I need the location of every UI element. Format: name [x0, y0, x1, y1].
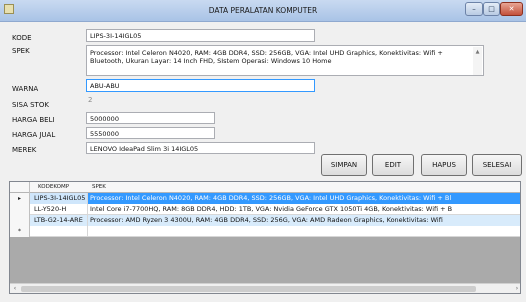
harga-jual-input[interactable]: 5550000: [86, 127, 215, 139]
kode-label: KODE: [12, 34, 32, 42]
maximize-button[interactable]: □: [483, 2, 500, 16]
cell-spek[interactable]: Processor: Intel Celeron N4020, RAM: 4GB…: [88, 193, 520, 204]
cell-spek[interactable]: Processor: AMD Ryzen 3 4300U, RAM: 4GB D…: [88, 215, 520, 226]
cell-kodekomp[interactable]: LL-Y520-H: [30, 204, 88, 215]
column-header-spek[interactable]: SPEK: [92, 184, 106, 190]
warna-label: WARNA: [12, 85, 39, 93]
row-indicator-icon[interactable]: ▸: [10, 193, 30, 204]
merek-label: MEREK: [12, 146, 37, 154]
grid-header: KODEKOMP SPEK: [10, 182, 520, 193]
grid-corner[interactable]: [10, 182, 30, 193]
window-title: DATA PERALATAN KOMPUTER: [208, 6, 318, 15]
scrollbar-thumb[interactable]: [21, 286, 476, 292]
scroll-left-icon[interactable]: ‹: [10, 284, 20, 293]
horizontal-scrollbar[interactable]: ‹ ›: [10, 283, 520, 293]
cell-spek[interactable]: [88, 226, 520, 237]
kode-input[interactable]: LIPS-3I-14IGL05: [86, 29, 315, 42]
row-header[interactable]: [10, 204, 30, 215]
harga-jual-label: HARGA JUAL: [12, 131, 56, 139]
spek-text: Processor: Intel Celeron N4020, RAM: 4GB…: [90, 49, 443, 65]
spek-label: SPEK: [12, 47, 30, 55]
edit-button[interactable]: EDIT: [372, 154, 414, 176]
close-button[interactable]: ✕: [500, 2, 523, 16]
table-row-new[interactable]: *: [10, 226, 520, 237]
cell-kodekomp[interactable]: [30, 226, 88, 237]
minimize-button[interactable]: –: [465, 2, 483, 16]
merek-input[interactable]: LENOVO IdeaPad Slim 3i 14IGL05: [86, 142, 315, 154]
spek-textarea[interactable]: Processor: Intel Celeron N4020, RAM: 4GB…: [86, 45, 484, 76]
column-header-kodekomp[interactable]: KODEKOMP: [38, 184, 69, 190]
new-row-icon[interactable]: *: [10, 226, 30, 237]
scroll-right-icon[interactable]: ›: [512, 284, 520, 293]
harga-beli-input[interactable]: 5000000: [86, 112, 215, 124]
harga-beli-label: HARGA BELI: [12, 116, 55, 124]
table-row[interactable]: LTB-G2-14-ARE Processor: AMD Ryzen 3 430…: [10, 215, 520, 226]
row-header[interactable]: [10, 215, 30, 226]
table-row[interactable]: LL-Y520-H Intel Core i7-7700HQ, RAM: 8GB…: [10, 204, 520, 215]
cell-kodekomp[interactable]: LIPS-3I-14IGL05: [30, 193, 88, 204]
hapus-button[interactable]: HAPUS: [421, 154, 467, 176]
spek-scrollbar[interactable]: ▲: [473, 47, 482, 75]
title-bar: DATA PERALATAN KOMPUTER – □ ✕: [0, 0, 526, 22]
warna-input[interactable]: ABU-ABU: [86, 79, 315, 92]
sisa-stok-value: 2: [88, 96, 93, 104]
sisa-stok-label: SISA STOK: [12, 101, 49, 109]
simpan-button[interactable]: SIMPAN: [321, 154, 367, 176]
cell-kodekomp[interactable]: LTB-G2-14-ARE: [30, 215, 88, 226]
selesai-button[interactable]: SELESAI: [472, 154, 522, 176]
data-grid[interactable]: KODEKOMP SPEK ▸ LIPS-3I-14IGL05 Processo…: [9, 181, 521, 294]
cell-spek[interactable]: Intel Core i7-7700HQ, RAM: 8GB DDR4, HDD…: [88, 204, 520, 215]
table-row[interactable]: ▸ LIPS-3I-14IGL05 Processor: Intel Celer…: [10, 193, 520, 204]
